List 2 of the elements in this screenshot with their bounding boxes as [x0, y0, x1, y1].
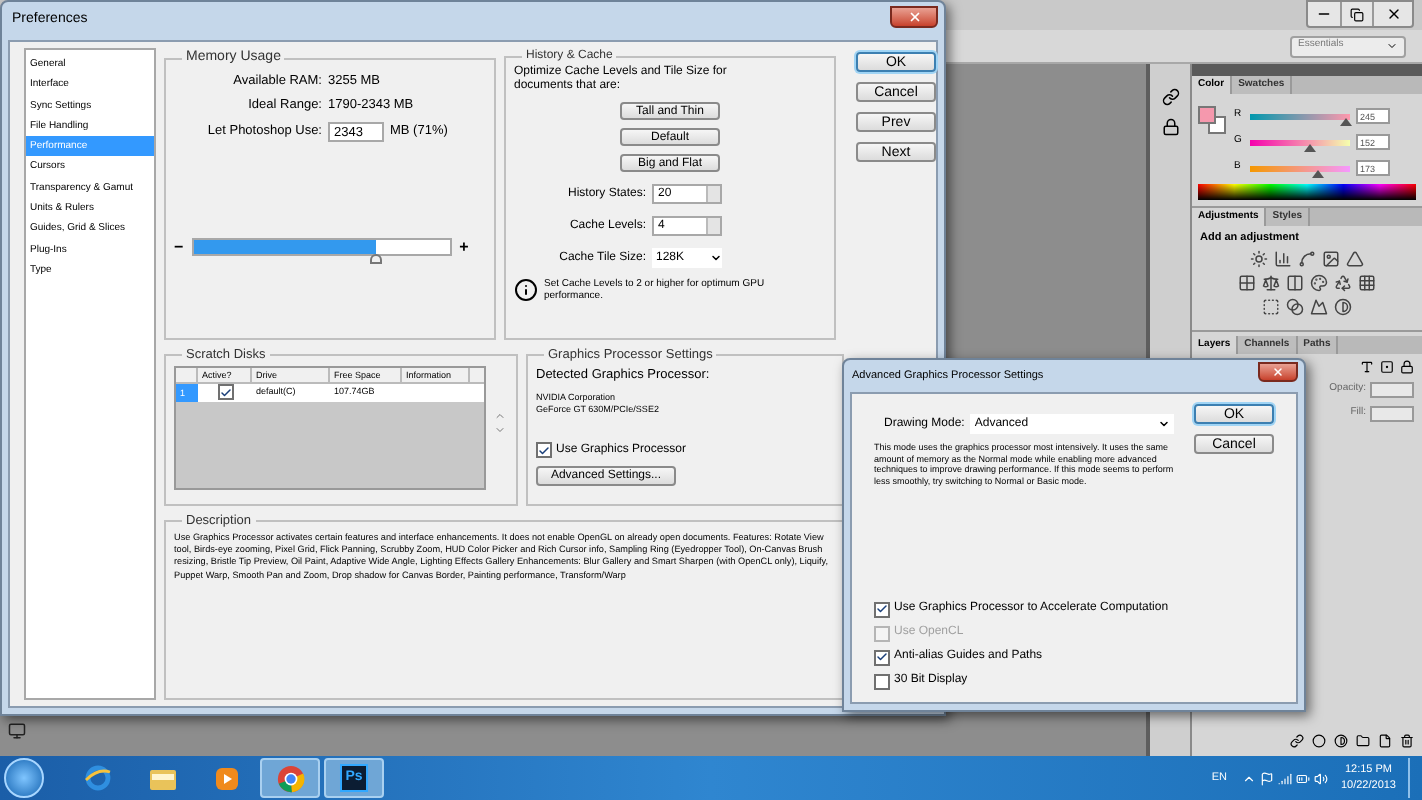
decrease-label: −	[174, 235, 184, 259]
increase-label: +	[459, 235, 469, 259]
